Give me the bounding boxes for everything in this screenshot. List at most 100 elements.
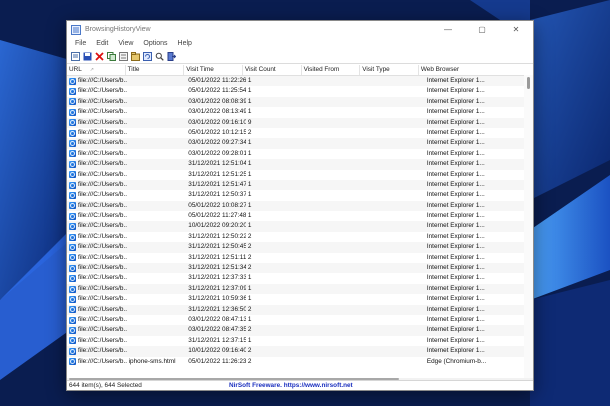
cell-visit-type [365, 336, 425, 346]
table-row[interactable]: file:///C:/Users/b... 31/12/2021 12:50:37… [67, 190, 533, 200]
cell-web-browser: Internet Explorer 1... [426, 274, 485, 282]
menu-view[interactable]: View [113, 40, 138, 47]
table-row[interactable]: file:///C:/Users/b... 31/12/2021 12:51:34… [67, 263, 533, 274]
column-header-web-browser[interactable]: Web Browser [419, 65, 533, 75]
table-row[interactable]: file:///C:/Users/b... 03/01/2022 08:47:13… [67, 315, 533, 325]
sort-arrow-icon: ↗ [89, 67, 94, 73]
exit-icon[interactable] [166, 51, 176, 61]
cell-visited-from [306, 336, 366, 346]
cell-web-browser: Internet Explorer 1... [426, 295, 485, 303]
html-report-icon[interactable] [70, 51, 80, 61]
menu-options[interactable]: Options [138, 40, 172, 47]
column-header-visited-from[interactable]: Visited From [302, 65, 361, 75]
table-row[interactable]: file:///C:/Users/b... 31/12/2021 12:51:25… [67, 170, 533, 180]
table-row[interactable]: file:///C:/Users/b... 03/01/2022 08:08:39… [67, 96, 533, 108]
browser-file-icon [69, 129, 76, 137]
table-row[interactable]: file:///C:/Users/b... 03/01/2022 09:16:10… [67, 117, 533, 128]
column-header-visit-time[interactable]: Visit Time [184, 65, 243, 75]
copy-icon[interactable] [106, 51, 116, 61]
browser-file-icon [69, 171, 76, 179]
cell-web-browser: Internet Explorer 1... [426, 108, 485, 116]
column-header-visit-count[interactable]: Visit Count [243, 65, 302, 75]
table-row[interactable]: file:///C:/Users/b... 31/12/2021 12:36:50… [67, 304, 533, 315]
menu-edit[interactable]: Edit [91, 40, 113, 47]
table-row[interactable]: file:///C:/Users/b... 05/01/2022 10:12:15… [67, 128, 533, 138]
table-row[interactable]: file:///C:/Users/b... 03/01/2022 08:13:49… [67, 107, 533, 117]
url-text: file:///C:/Users/b... [78, 315, 127, 323]
table-row[interactable]: file:///C:/Users/b... 05/01/2022 10:08:27… [67, 200, 533, 212]
table-row[interactable]: file:///C:/Users/b... 31/12/2021 12:51:47… [67, 179, 533, 191]
browser-file-icon [69, 160, 76, 168]
cell-visit-count: 1 [247, 170, 252, 178]
table-row[interactable]: file:///C:/Users/b... 31/12/2021 12:50:45… [67, 242, 533, 253]
table-row[interactable]: file:///C:/Users/b... 31/12/2021 12:37:09… [67, 283, 533, 295]
menu-file[interactable]: File [70, 40, 91, 47]
table-row[interactable]: file:///C:/Users/b... 05/01/2022 11:22:26… [67, 76, 533, 87]
table-row[interactable]: file:///C:/Users/b... 03/01/2022 09:28:01… [67, 149, 533, 159]
cell-visit-time: 05/01/2022 11:26:23 [188, 357, 246, 365]
url-text: file:///C:/Users/b... [78, 77, 127, 84]
cell-web-browser: Internet Explorer 1... [426, 347, 485, 355]
table-row[interactable]: file:///C:/Users/b... 31/12/2021 12:37:33… [67, 273, 533, 283]
cell-visited-from [306, 325, 366, 335]
url-text: file:///C:/Users/b... [78, 170, 127, 178]
table-row[interactable]: file:///C:/Users/b... 31/12/2021 12:37:15… [67, 336, 533, 346]
browser-file-icon [69, 140, 76, 148]
cell-web-browser: Internet Explorer 1... [426, 180, 485, 188]
nirsoft-link[interactable]: NirSoft Freeware. https://www.nirsoft.ne… [229, 382, 353, 389]
minimize-button[interactable]: — [431, 21, 465, 38]
browser-file-icon [69, 285, 76, 293]
cell-visit-time: 31/12/2021 10:59:36 [188, 295, 246, 303]
cell-visit-type [365, 346, 425, 356]
cell-visited-from [306, 159, 366, 169]
table-row[interactable]: file:///C:/Users/b... 31/12/2021 12:51:11… [67, 253, 533, 263]
vertical-scroll-thumb[interactable] [527, 77, 530, 89]
vertical-scrollbar[interactable] [524, 75, 533, 378]
cell-visited-from [306, 263, 366, 273]
cell-visited-from [306, 242, 366, 252]
cell-visited-from [306, 253, 366, 263]
column-header-title[interactable]: Title [126, 65, 185, 75]
cell-url: file:///C:/Users/b... [67, 128, 127, 138]
cell-url: file:///C:/Users/b... [67, 138, 127, 148]
table-row[interactable]: file:///C:/Users/b... 05/01/2022 11:25:54… [67, 86, 533, 96]
table-row[interactable]: file:///C:/Users/b... 31/12/2021 12:50:22… [67, 232, 533, 242]
cell-web-browser: Internet Explorer 1... [426, 118, 485, 126]
table-row[interactable]: file:///C:/Users/b... iphone-sms.html 05/0… [67, 357, 533, 367]
table-row[interactable]: file:///C:/Users/b... 31/12/2021 12:51:04… [67, 159, 533, 170]
close-button[interactable]: ✕ [499, 21, 533, 38]
table-row[interactable]: file:///C:/Users/b... 03/01/2022 08:47:35… [67, 325, 533, 336]
cell-visit-time: 31/12/2021 12:50:37 [188, 191, 246, 199]
cell-title [127, 305, 187, 315]
table-row[interactable]: file:///C:/Users/b... 10/01/2022 09:16:40… [67, 346, 533, 357]
cell-visit-count: 1 [247, 87, 252, 95]
column-header-url[interactable]: URL ↗ [67, 65, 126, 75]
maximize-button[interactable]: ▢ [465, 21, 499, 38]
table-row[interactable]: file:///C:/Users/b... 10/01/2022 09:20:20… [67, 221, 533, 232]
browser-file-icon [69, 150, 76, 158]
cell-web-browser: Internet Explorer 1... [426, 264, 485, 272]
column-header-visit-type[interactable]: Visit Type [360, 65, 419, 75]
properties-icon[interactable] [118, 51, 128, 61]
cell-web-browser: Internet Explorer 1... [426, 305, 485, 313]
find-icon[interactable] [154, 51, 164, 61]
table-row[interactable]: file:///C:/Users/b... 03/01/2022 09:27:34… [67, 138, 533, 149]
cell-visit-count: 9 [247, 118, 252, 126]
cell-visit-count: 1 [247, 212, 252, 220]
cell-visit-time: 05/01/2022 11:22:26 [188, 77, 246, 84]
cell-web-browser: Internet Explorer 1... [426, 253, 485, 261]
cell-visit-time: 03/01/2022 09:28:01 [188, 149, 246, 157]
table-row[interactable]: file:///C:/Users/b... 05/01/2022 11:27:48… [67, 211, 533, 221]
cell-visit-type [365, 201, 425, 211]
options-icon[interactable] [130, 51, 140, 61]
save-icon[interactable] [82, 51, 92, 61]
cell-visit-time: 10/01/2022 09:20:20 [188, 222, 246, 230]
cell-visit-time: 03/01/2022 08:13:49 [188, 108, 246, 116]
table-row[interactable]: file:///C:/Users/b... 31/12/2021 10:59:36… [67, 294, 533, 304]
menu-help[interactable]: Help [173, 40, 197, 47]
cell-visit-type [365, 128, 425, 138]
delete-icon[interactable] [94, 51, 104, 61]
title-bar[interactable]: BrowsingHistoryView — ▢ ✕ [67, 21, 533, 38]
refresh-icon[interactable] [142, 51, 152, 61]
cell-url: file:///C:/Users/b... [67, 253, 127, 263]
